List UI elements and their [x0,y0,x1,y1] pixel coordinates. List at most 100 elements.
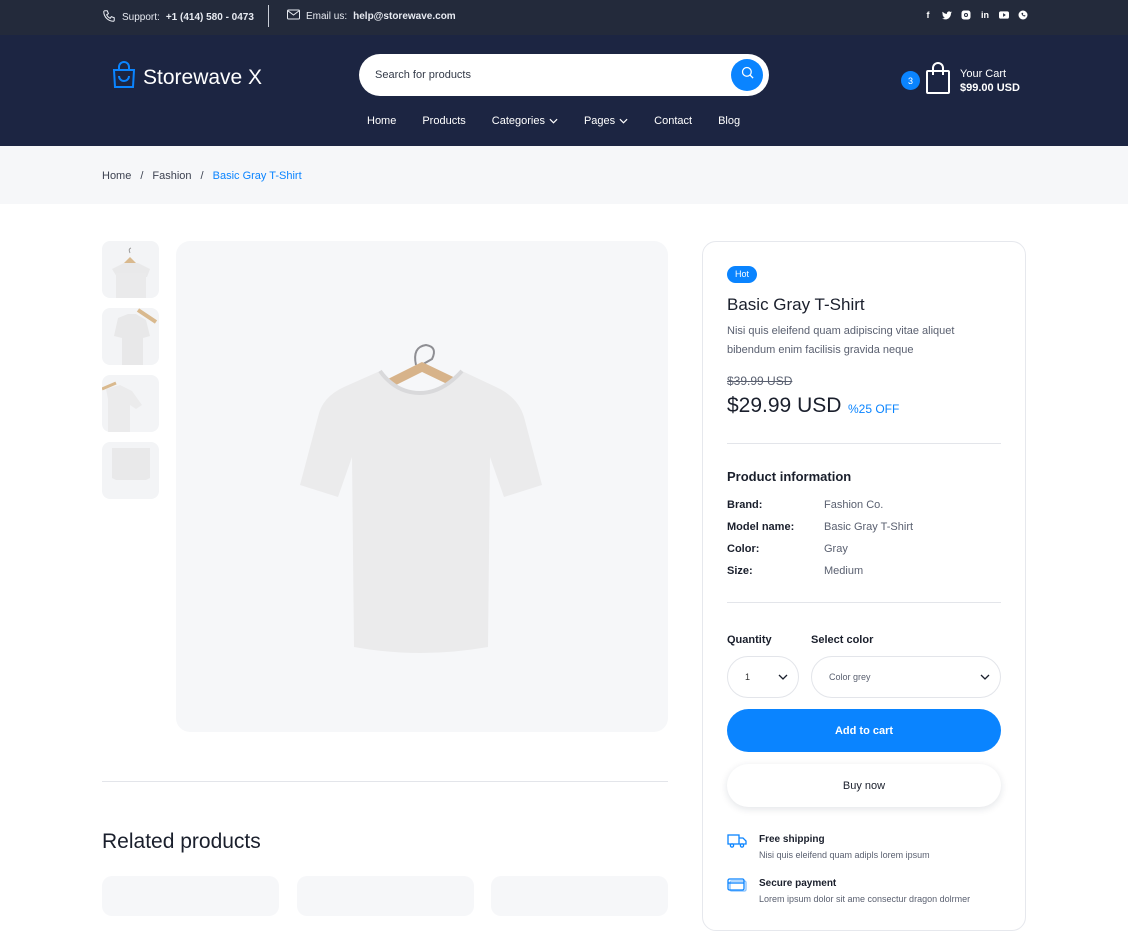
discount-label: %25 OFF [848,402,900,416]
buy-now-button[interactable]: Buy now [727,764,1001,807]
product-title: Basic Gray T-Shirt [727,295,865,314]
info-row-color: Color: Gray [727,543,848,555]
nav-item-contact[interactable]: Contact [654,115,692,127]
info-value: Fashion Co. [824,499,884,511]
info-row-brand: Brand: Fashion Co. [727,499,883,511]
chevron-down-icon [549,115,558,127]
related-product-card[interactable] [102,876,279,916]
related-products-title: Related products [102,830,261,853]
nav-item-home[interactable]: Home [367,115,396,127]
tshirt-image [300,343,542,653]
breadcrumb-separator: / [200,170,204,182]
top-bar: Support: +1 (414) 580 - 0473 Email us: h… [0,0,1128,35]
support-phone[interactable]: +1 (414) 580 - 0473 [166,12,254,23]
product-description: Nisi quis eleifend quam adipiscing vitae… [727,325,955,356]
info-key: Model name: [727,521,795,533]
phone-icon [102,9,116,26]
breadcrumb-item-home[interactable]: Home [102,170,131,182]
feature-desc: Nisi quis eleifend quam adipls lorem ips… [759,850,930,860]
cart-total: $99.00 USD [960,81,1020,94]
topbar-divider [268,5,269,27]
logo[interactable]: Storewave X [112,61,262,95]
quantity-select[interactable]: 1 [727,656,799,698]
nav-label: Contact [654,115,693,127]
email-info: Email us: help@storewave.com [287,9,456,23]
hot-badge: Hot [727,266,758,283]
info-value: Basic Gray T-Shirt [824,521,914,533]
search-button[interactable] [731,59,763,91]
related-product-card[interactable] [491,876,668,916]
product-info-title: Product information [727,469,852,484]
product-details-panel: Hot Basic Gray T-Shirt Nisi quis eleifen… [702,241,1026,931]
info-row-size: Size: Medium [727,565,863,577]
info-key: Color: [727,543,760,555]
logo-text: Storewave X [143,66,263,89]
nav-item-products[interactable]: Products [422,115,465,127]
nav-label: Products [422,115,466,127]
info-value: Gray [824,543,848,555]
feature-title: Free shipping [759,834,825,845]
feature-free-shipping: Free shipping Nisi quis eleifend quam ad… [727,834,930,860]
divider [727,443,1001,444]
cart-summary: Your Cart $99.00 USD [960,68,1020,94]
support-info: Support: +1 (414) 580 - 0473 [102,9,254,26]
breadcrumb: Home / Fashion / Basic Gray T-Shirt [102,170,302,182]
breadcrumb-bar: Home / Fashion / Basic Gray T-Shirt [0,146,1128,204]
feature-secure-payment: Secure payment Lorem ipsum dolor sit ame… [727,878,970,904]
product-thumbnail[interactable] [102,442,159,499]
feature-title: Secure payment [759,878,837,889]
search-input[interactable] [375,65,715,85]
product-main-image[interactable] [176,241,668,732]
cart-widget[interactable]: 3 Your Cart $99.00 USD [901,62,1020,99]
chevron-down-icon [778,672,788,682]
mail-icon [287,9,300,23]
info-key: Brand: [727,499,763,511]
nav-label: Categories [491,115,545,127]
instagram-icon[interactable] [961,10,971,20]
color-select[interactable]: Color grey [811,656,1001,698]
cart-bag-icon [926,62,950,99]
nav-item-blog[interactable]: Blog [718,115,740,127]
feature-desc: Lorem ipsum dolor sit ame consectur drag… [759,894,971,904]
nav-label: Home [367,115,397,127]
cart-count-badge: 3 [901,71,920,90]
product-thumbnail[interactable] [102,375,159,432]
color-value: Color grey [829,672,871,682]
breadcrumb-item-fashion[interactable]: Fashion [152,170,191,182]
cart-label: Your Cart [960,67,1007,80]
card-icon [727,878,747,894]
related-product-card[interactable] [297,876,474,916]
quantity-label: Quantity [727,634,772,646]
quantity-value: 1 [745,672,751,682]
search-icon [740,65,755,85]
current-price: $29.99 USD [727,394,842,417]
info-value: Medium [824,565,864,577]
chevron-down-icon [619,115,628,127]
support-label: Support: [122,12,160,23]
nav-item-pages[interactable]: Pages [584,115,628,127]
breadcrumb-item-current: Basic Gray T-Shirt [212,170,302,182]
truck-icon [727,834,747,850]
info-row-model: Model name: Basic Gray T-Shirt [727,521,913,533]
breadcrumb-separator: / [140,170,144,182]
main-nav: Home Products Categories Pages Contact B… [367,115,766,127]
add-to-cart-button[interactable]: Add to cart [727,709,1001,752]
email-link[interactable]: help@storewave.com [353,11,456,22]
nav-item-categories[interactable]: Categories [492,115,558,127]
linkedin-icon[interactable]: in [980,10,990,20]
whatsapp-icon[interactable] [1018,10,1028,20]
main-header: Storewave X 3 Your Cart $99.00 USD Home … [0,35,1128,146]
search-bar [359,54,769,96]
old-price: $39.99 USD [727,374,793,388]
chevron-down-icon [980,672,990,682]
nav-label: Blog [718,115,741,127]
twitter-icon[interactable] [942,10,952,20]
nav-label: Pages [583,115,616,127]
email-label: Email us: [306,10,348,22]
facebook-icon[interactable]: f [923,10,933,20]
product-thumbnail[interactable] [102,308,159,365]
social-links: f in [923,10,1028,20]
info-key: Size: [727,565,753,577]
youtube-icon[interactable] [999,10,1009,20]
product-thumbnail[interactable] [102,241,159,298]
